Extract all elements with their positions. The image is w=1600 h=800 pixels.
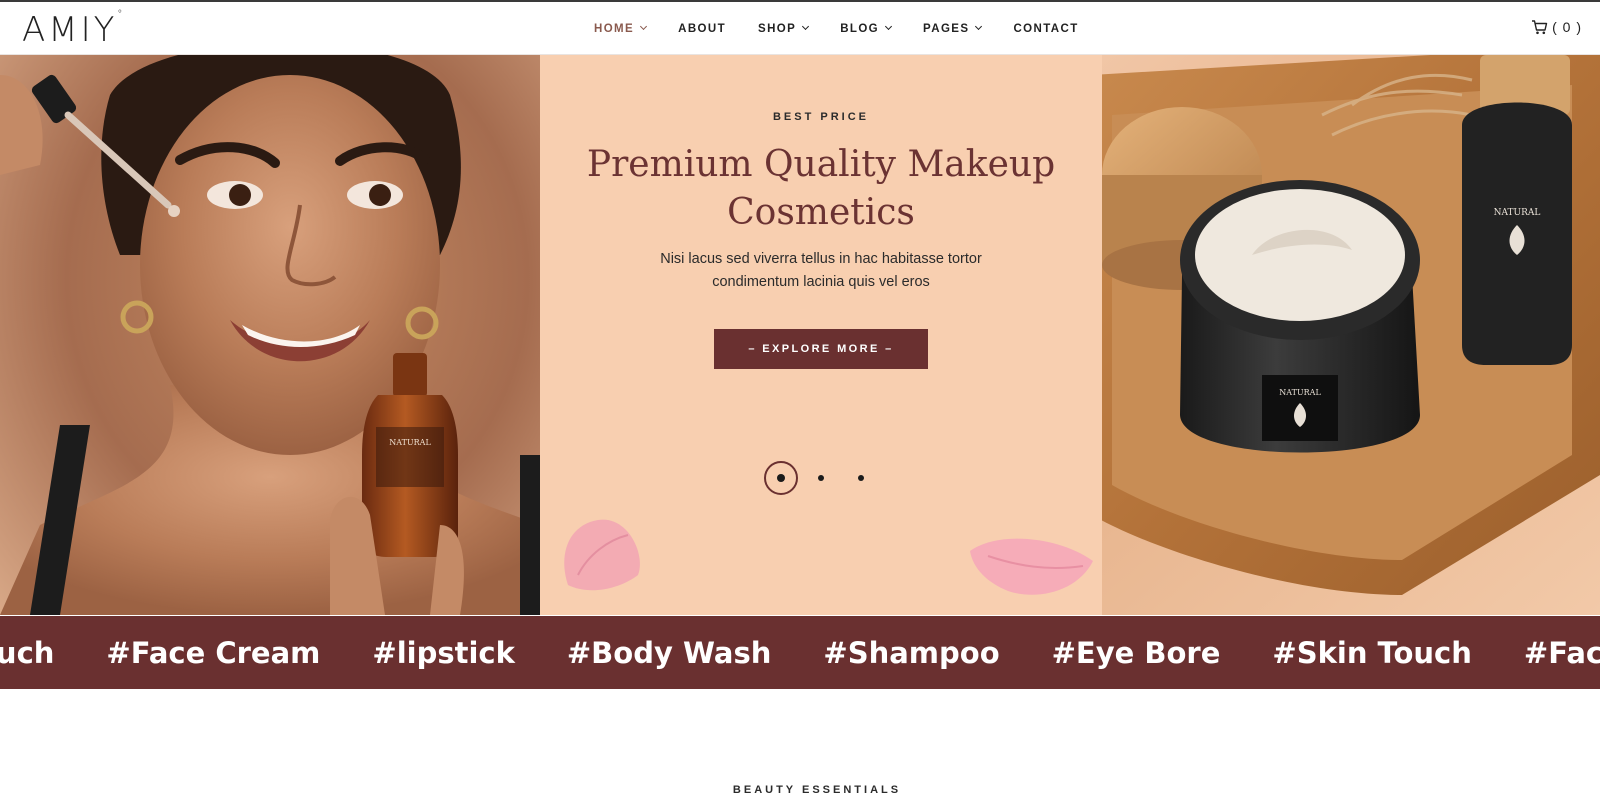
- tag-item[interactable]: #lipstick: [372, 636, 514, 670]
- chevron-down-icon: [802, 22, 810, 31]
- nav-item-label: PAGES: [923, 22, 970, 35]
- hero-description-line2: condimentum lacinia quis vel eros: [712, 274, 930, 290]
- nav-item-home[interactable]: HOME: [594, 22, 648, 35]
- svg-text:NATURAL: NATURAL: [1279, 388, 1321, 397]
- petal-decoration-left: [564, 519, 640, 591]
- explore-more-button[interactable]: – EXPLORE MORE –: [714, 329, 928, 369]
- tag-marquee-track: ouch #Face Cream #lipstick #Body Wash #S…: [0, 616, 1600, 689]
- tag-item[interactable]: #Skin Touch: [1272, 636, 1472, 670]
- hero-kicker: BEST PRICE: [772, 111, 869, 123]
- hero-description: Nisi lacus sed viverra tellus in hac hab…: [620, 248, 1022, 294]
- cart-button[interactable]: ( 0 ): [1531, 19, 1582, 35]
- cart-count: ( 0 ): [1552, 19, 1582, 35]
- hero-headline: Premium Quality Makeup Cosmetics: [580, 141, 1062, 237]
- chevron-down-icon: [640, 22, 648, 31]
- hero-headline-line1: Premium Quality Makeup: [586, 144, 1056, 185]
- nav-item-contact[interactable]: CONTACT: [1013, 23, 1078, 35]
- hero-headline-line2: Cosmetics: [727, 192, 915, 233]
- main-nav: HOME ABOUT SHOP BLOG PAGES CONTACT: [594, 2, 1111, 55]
- section-kicker: BEAUTY ESSENTIALS: [732, 784, 902, 796]
- nav-item-about[interactable]: ABOUT: [678, 23, 726, 35]
- tag-item[interactable]: #Body Wash: [567, 636, 772, 670]
- slide-dot-1[interactable]: [764, 461, 798, 495]
- hero-slider: NATURAL BEST PRICE Premium Quality Makeu…: [0, 55, 1600, 615]
- tag-item[interactable]: #Shampoo: [823, 636, 999, 670]
- petal-decoration-right: [970, 538, 1093, 595]
- tag-marquee: ouch #Face Cream #lipstick #Body Wash #S…: [0, 616, 1600, 689]
- nav-item-label: HOME: [594, 22, 635, 35]
- site-header: AMIY° HOME ABOUT SHOP BLOG PAGES CONTACT…: [0, 2, 1600, 55]
- slider-pagination: [764, 461, 898, 495]
- svg-text:NATURAL: NATURAL: [389, 438, 431, 447]
- tag-item[interactable]: #Face Cream: [1524, 636, 1600, 670]
- nav-item-pages[interactable]: PAGES: [923, 22, 983, 35]
- nav-item-label: BLOG: [840, 22, 880, 35]
- nav-item-shop[interactable]: SHOP: [758, 22, 810, 35]
- tag-item[interactable]: #Face Cream: [106, 636, 320, 670]
- brand-logo[interactable]: AMIY°: [22, 9, 122, 50]
- hero-content-panel: BEST PRICE Premium Quality Makeup Cosmet…: [540, 55, 1102, 615]
- slide-dot-2[interactable]: [818, 475, 824, 481]
- nav-item-blog[interactable]: BLOG: [840, 22, 893, 35]
- nav-item-label: ABOUT: [678, 22, 726, 35]
- nav-item-label: SHOP: [758, 22, 797, 35]
- svg-text:NATURAL: NATURAL: [1494, 208, 1541, 218]
- tag-item[interactable]: #Eye Bore: [1052, 636, 1221, 670]
- slide-dot-3[interactable]: [858, 475, 864, 481]
- hero-image-left: NATURAL: [0, 55, 540, 615]
- hero-description-line1: Nisi lacus sed viverra tellus in hac hab…: [660, 251, 982, 267]
- chevron-down-icon: [975, 22, 983, 31]
- cart-icon: [1532, 20, 1548, 35]
- nav-item-label: CONTACT: [1013, 22, 1079, 35]
- hero-image-right: NATURAL NATURAL: [1102, 55, 1600, 615]
- chevron-down-icon: [884, 22, 893, 31]
- tag-item[interactable]: ouch: [0, 636, 54, 670]
